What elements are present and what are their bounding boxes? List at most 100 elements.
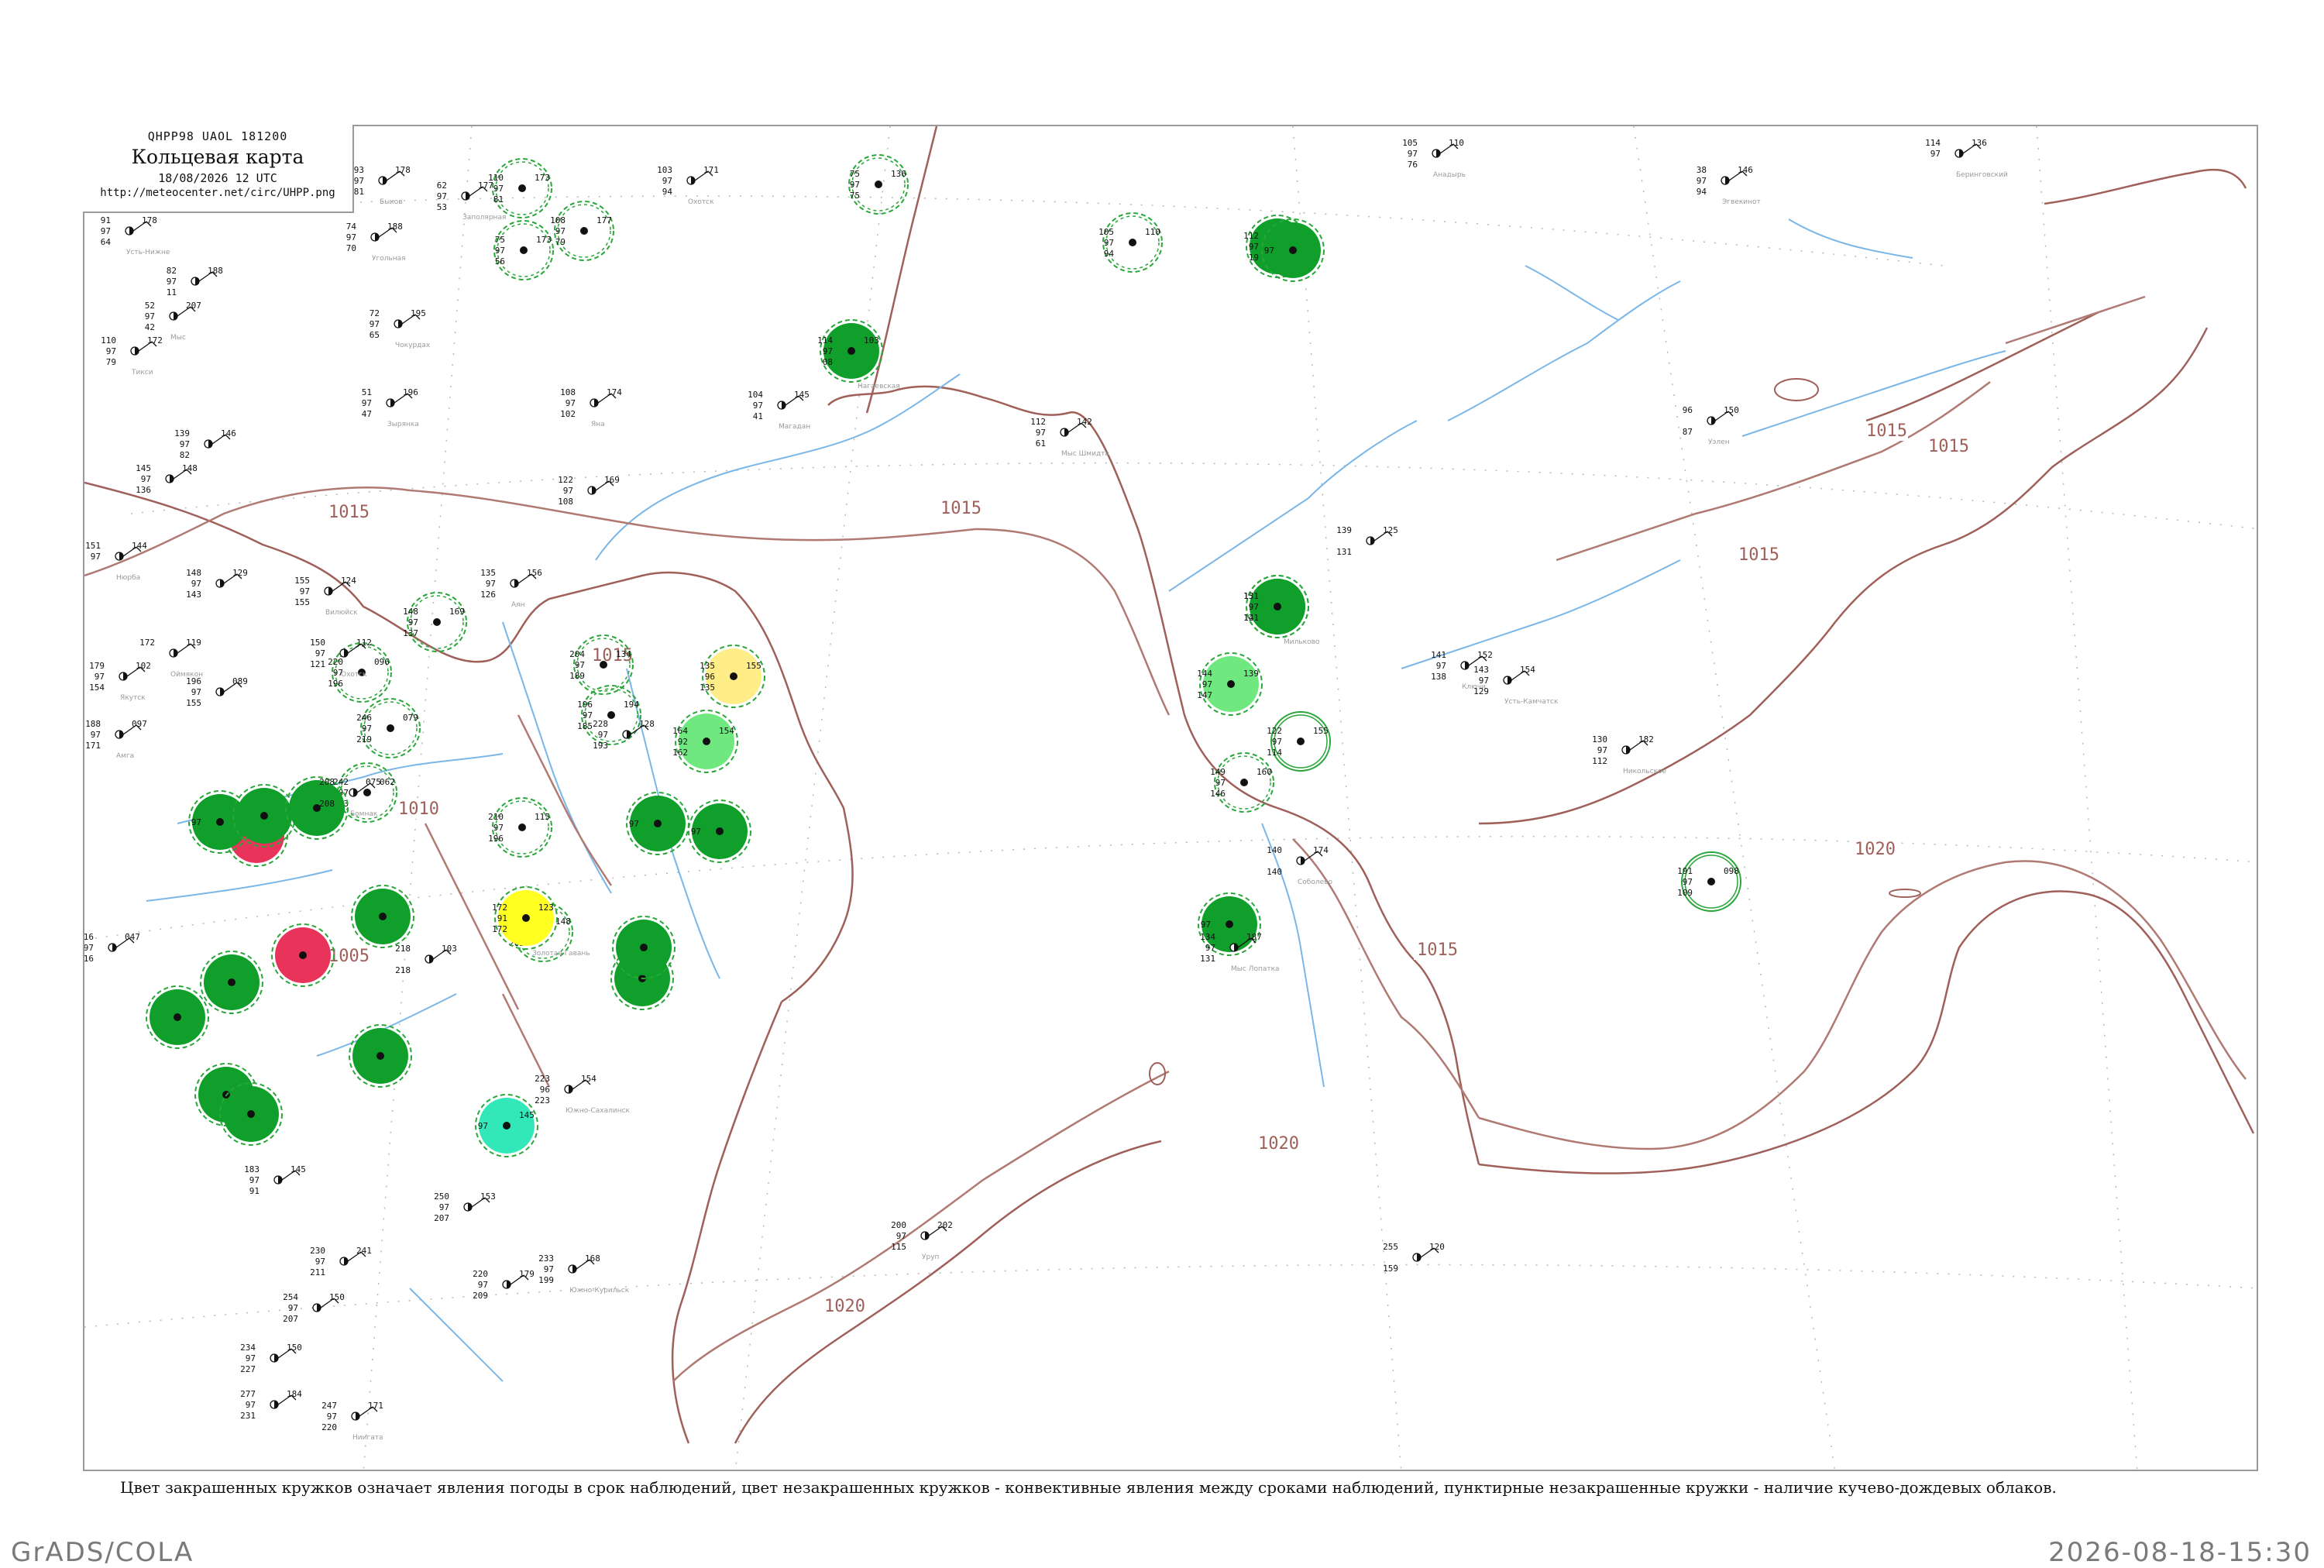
station-value: 189 <box>569 671 585 681</box>
station-value: 145 <box>136 463 151 473</box>
station-ring-solid[interactable]: 12297114 155 <box>1267 711 1331 772</box>
station-plot[interactable]: 919764 178 Усть-Нижне <box>101 215 170 256</box>
station-value: 200 <box>891 1220 906 1230</box>
station-plot[interactable]: 22097209 179 <box>473 1269 535 1301</box>
station-plot[interactable]: 389794 146 Эгвекинот <box>1697 165 1761 206</box>
station-plot[interactable]: 22897193 128 <box>593 719 655 751</box>
station-plot[interactable]: 1059776 110 Анадырь <box>1402 138 1466 179</box>
footer-software: GrADS/COLA <box>11 1537 194 1568</box>
station-plot[interactable]: 139 131 125 <box>1336 525 1398 557</box>
station-value: 172 <box>139 638 155 648</box>
weather-station-teal[interactable]: 97 145 <box>475 1094 538 1157</box>
station-plot[interactable]: 12297108 169 <box>558 475 620 507</box>
station-plot[interactable]: 23397199 168 Южно-Курильск <box>538 1253 630 1295</box>
station-name: Яна <box>591 421 605 428</box>
station-value: 38 <box>1697 165 1707 175</box>
station-ring-dashed[interactable]: 1109781173 <box>488 158 552 218</box>
station-plot[interactable]: 1129761 142 Мыс Шмидта <box>1030 417 1109 458</box>
station-plot[interactable]: 25097207 153 <box>434 1191 496 1223</box>
station-plot[interactable]: 1039794 171 Охотск <box>657 165 719 206</box>
station-value: 108 <box>560 387 576 397</box>
station-plot[interactable]: 15597155 124 Вилюйск <box>294 576 358 617</box>
weather-station-rain[interactable]: 97 <box>688 799 751 863</box>
station-ring-solid[interactable]: 19197109 098 <box>1677 851 1741 912</box>
station-value: 184 <box>287 1389 302 1399</box>
station-ring-dashed[interactable]: 759775 136 <box>848 154 909 215</box>
station-plot[interactable]: 729765 195 Чокурдах <box>370 308 431 349</box>
station-name: Зырянка <box>387 421 419 428</box>
weather-station-pale_yellow[interactable]: 13596135 155 <box>700 645 765 708</box>
station-ring-dashed[interactable]: 14897137 169 <box>403 592 467 652</box>
station-value: 202 <box>937 1220 953 1230</box>
weather-station-rain[interactable] <box>200 951 263 1014</box>
station-plot[interactable]: 96 87 150 Уэлен <box>1683 405 1739 446</box>
station-value: 153 <box>480 1191 496 1202</box>
station-plot[interactable]: 172 119Оймякон <box>139 638 203 679</box>
weather-station-rain[interactable] <box>351 885 414 948</box>
station-plot[interactable]: 27797231 184 <box>240 1389 302 1421</box>
station-plot[interactable]: 939781 178 Быков <box>354 165 411 206</box>
weather-station-thunder[interactable] <box>271 923 335 987</box>
station-ring-dashed[interactable]: 24697219 079 <box>356 698 421 758</box>
station-value: 97 <box>662 176 672 186</box>
station-plot[interactable]: 829711 188 <box>167 266 223 297</box>
weather-station-rain[interactable] <box>232 784 296 848</box>
station-plot[interactable]: 140 140 174 Соболево <box>1267 845 1332 886</box>
station-name: Мыс Лопатка <box>1231 965 1280 973</box>
station-ring-dashed[interactable]: 1089779 177 <box>550 201 614 261</box>
station-ring-dashed[interactable]: 21097196 115 <box>488 797 552 858</box>
station-value: 97 <box>598 730 608 740</box>
station-ring-dashed[interactable]: 14997146 160 <box>1210 752 1274 813</box>
station-plot[interactable]: 10897102 174 Яна <box>560 387 622 428</box>
station-plot[interactable]: 14397129 154 Усть-Камчатск <box>1473 665 1559 706</box>
station-plot[interactable]: 24797220 171 Ниигата <box>321 1401 383 1442</box>
station-plot[interactable]: 255 159 120 <box>1383 1242 1445 1274</box>
weather-station-yellow[interactable]: 17291172 123 Золотая Гавань <box>492 886 590 958</box>
station-plot[interactable]: 17997154 102 Якутск <box>89 661 151 702</box>
station-plot[interactable]: 21697216 047 <box>84 932 140 964</box>
station-ring-dashed[interactable]: 759756 173 <box>493 220 554 280</box>
station-plot[interactable]: 15197 144 Нюрба <box>85 541 147 582</box>
weather-station-light_green[interactable]: 14497147 139 <box>1197 652 1263 716</box>
station-value: 64 <box>101 237 112 247</box>
station-value: 62 <box>437 181 447 191</box>
station-ring-dashed[interactable]: 1059794 110 <box>1098 212 1163 273</box>
station-value: 241 <box>356 1246 372 1256</box>
station-value: 136 <box>1972 138 1987 148</box>
weather-station-rain[interactable]: 13197141 Мильково <box>1243 575 1320 646</box>
station-plot[interactable]: 14597136 148 <box>136 463 198 495</box>
weather-station-rain[interactable] <box>612 916 676 979</box>
station-plot[interactable]: 18897171 097 Амга <box>85 719 147 760</box>
station-plot[interactable]: 22396223 154 Южно-Сахалинск <box>535 1074 630 1115</box>
station-ring-dashed[interactable]: 19697185194 <box>577 685 641 745</box>
station-name: Южно-Курильск <box>569 1287 630 1295</box>
station-value: 150 <box>287 1343 302 1353</box>
station-plot[interactable]: 13097112 182 Никольское <box>1592 734 1666 775</box>
weather-station-rain[interactable]: 97 <box>626 792 689 855</box>
station-plot[interactable]: 1049741 145 Магадан <box>748 390 810 431</box>
weather-station-rain[interactable] <box>349 1024 412 1088</box>
station-plot[interactable]: 519747 196 Зырянка <box>362 387 419 428</box>
station-plot[interactable]: 1109779 172 Тикси <box>101 335 163 377</box>
header-url[interactable]: http://meteocenter.net/circ/UHPP.png <box>83 187 352 199</box>
map-canvas[interactable]: 1015 101510151015101510101005 101510201020… <box>84 126 2258 1471</box>
station-plot[interactable]: 14897143 129 <box>186 568 248 600</box>
station-plot[interactable]: 1839791 145 <box>244 1164 306 1196</box>
station-plot[interactable]: 25497207 150 <box>283 1292 345 1324</box>
station-plot[interactable]: 19697155 089 <box>186 676 248 708</box>
weather-station-rain[interactable] <box>146 985 209 1049</box>
station-value: 91 <box>497 913 507 923</box>
station-plot[interactable]: 1399782 146 <box>174 428 236 460</box>
weather-station-light_green[interactable]: 16492162 154 <box>672 710 738 773</box>
station-value: 11 <box>167 287 177 297</box>
station-dot <box>600 661 607 669</box>
station-plot[interactable]: 23097211 241 <box>310 1246 372 1277</box>
station-value: 97 <box>191 579 201 589</box>
station-value: 154 <box>581 1074 596 1084</box>
station-plot[interactable]: 13597126 156 Аян <box>480 568 542 609</box>
station-name: Мыс Шмидта <box>1061 450 1109 458</box>
station-plot[interactable]: 11497 136 Беринговский <box>1925 138 2008 179</box>
station-name: Южно-Сахалинск <box>566 1107 631 1115</box>
station-plot[interactable]: 23497227 150 <box>240 1343 302 1374</box>
station-plot[interactable]: 749770 188 Угольная <box>346 222 406 263</box>
